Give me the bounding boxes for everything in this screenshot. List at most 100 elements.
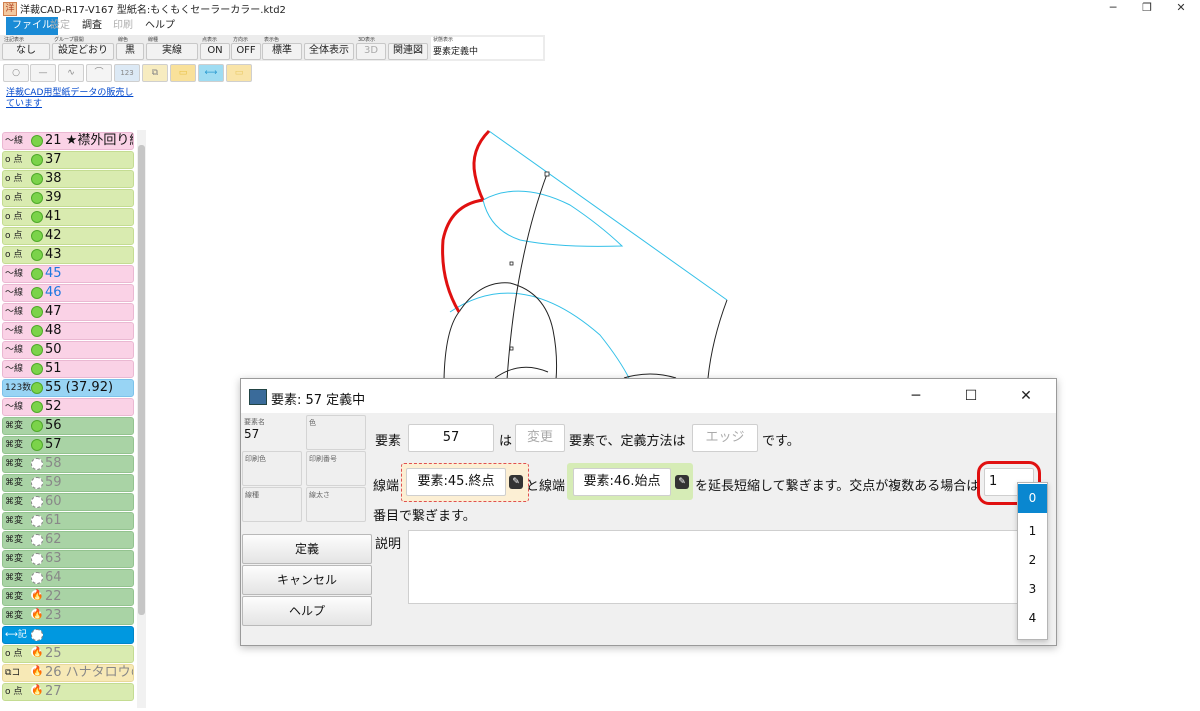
edit-icon[interactable]: ✎ (509, 475, 523, 489)
list-item[interactable]: ⌘変 56 (2, 417, 134, 435)
list-item[interactable]: ⌘変 62 (2, 531, 134, 549)
cancel-button[interactable]: キャンセル (242, 565, 372, 595)
prop-line-type[interactable]: 線種 (242, 487, 302, 522)
define-button[interactable]: 定義 (242, 534, 372, 564)
annotation-button[interactable]: なし (2, 43, 50, 60)
list-item[interactable]: 〜線 46 (2, 284, 134, 302)
list-item[interactable]: o 点 42 (2, 227, 134, 245)
dropdown-option-2[interactable]: 2 (1018, 546, 1047, 575)
line-end-2-field[interactable]: 要素:46.始点 (573, 468, 671, 496)
prop-print-number[interactable]: 印刷番号 (306, 451, 366, 486)
list-item[interactable]: 123数 55 (37.92) (2, 379, 134, 397)
point-tool-icon[interactable]: ○ (3, 64, 29, 82)
dialog-maximize-button[interactable]: ☐ (951, 385, 991, 407)
fit-all-button[interactable]: 全体表示 (304, 43, 354, 60)
change-field[interactable]: 変更 (515, 424, 565, 452)
prop-line-width[interactable]: 線太さ (306, 487, 366, 522)
list-item[interactable]: 〜線 21 ★襟外回り線 (2, 132, 134, 150)
list-item[interactable]: o 点 🔥 25 (2, 645, 134, 663)
dropdown-option-4[interactable]: 4 (1018, 604, 1047, 633)
list-item[interactable]: o 点 🔥 27 (2, 683, 134, 701)
toolbar-3d: 3D表示 3D (356, 37, 386, 60)
group-expand-button[interactable]: 設定どおり (52, 43, 114, 60)
list-item[interactable]: ⧉コ 🔥26 ハナタロウの手仕事... (2, 664, 134, 682)
list-item[interactable]: 〜線 51 (2, 360, 134, 378)
line-type-button[interactable]: 実線 (146, 43, 198, 60)
dropdown-option-1[interactable]: 1 (1018, 517, 1047, 546)
list-item[interactable]: 〜線 48 (2, 322, 134, 340)
related-diagram-button[interactable]: 関連図 (388, 43, 428, 60)
list-item[interactable]: o 点 41 (2, 208, 134, 226)
folder-tool-icon[interactable]: ▭ (170, 64, 196, 82)
menu-help[interactable]: ヘルプ (139, 17, 181, 35)
element-label: 61 (45, 513, 62, 528)
list-item[interactable]: o 点 43 (2, 246, 134, 264)
element-kind: o 点 (5, 193, 23, 203)
dropdown-option-3[interactable]: 3 (1018, 575, 1047, 604)
menu-print[interactable]: 印刷 (107, 17, 139, 35)
sales-link[interactable]: 洋裁CAD用型紙データの販売しています (6, 88, 136, 110)
line-color-button[interactable]: 黒 (116, 43, 144, 60)
status-dot-icon (31, 192, 43, 204)
prop-color[interactable]: 色 (306, 415, 366, 450)
dialog-close-button[interactable]: ✕ (1006, 385, 1046, 407)
menu-investigate[interactable]: 調査 (76, 17, 108, 35)
dialog-minimize-button[interactable]: ─ (896, 385, 936, 407)
list-item[interactable]: ⌘変 60 (2, 493, 134, 511)
edit-icon[interactable]: ✎ (675, 475, 689, 489)
description-label: 説明 (375, 537, 402, 552)
curve-tool-icon[interactable]: ∿ (58, 64, 84, 82)
list-item[interactable]: ⌘変 61 (2, 512, 134, 530)
list-item[interactable]: 〜線 52 (2, 398, 134, 416)
list-item[interactable]: ⌘変 63 (2, 550, 134, 568)
list-item[interactable]: ⌘変 64 (2, 569, 134, 587)
list-item[interactable]: o 点 38 (2, 170, 134, 188)
direction-button[interactable]: OFF (231, 43, 261, 60)
element-number-field[interactable]: 57 (408, 424, 494, 452)
menu-settings[interactable]: 設定 (44, 17, 76, 35)
number-tool-icon[interactable]: 123 (114, 64, 140, 82)
list-item[interactable]: ⌘変 57 (2, 436, 134, 454)
element-label: 46 (45, 285, 62, 300)
title-bar: 洋 洋裁CAD-R17-V167 型紙名:もくもくセーラーカラー.ktd2 ─ … (0, 0, 1200, 17)
line-end-1-field[interactable]: 要素:45.終点 (406, 468, 506, 496)
list-item[interactable]: ⟷記 (2, 626, 134, 644)
element-label: 23 (45, 608, 62, 623)
list-item[interactable]: ⌘変 🔥 23 (2, 607, 134, 625)
list-item[interactable]: ⌘変 58 (2, 455, 134, 473)
note-tool-icon[interactable]: ▭ (226, 64, 252, 82)
dropdown-option-0[interactable]: 0 (1018, 484, 1047, 513)
list-item[interactable]: 〜線 50 (2, 341, 134, 359)
list-item[interactable]: ⌘変 59 (2, 474, 134, 492)
list-item[interactable]: o 点 39 (2, 189, 134, 207)
minimize-button[interactable]: ─ (1098, 0, 1128, 17)
point-display-button[interactable]: ON (200, 43, 230, 60)
list-item[interactable]: o 点 37 (2, 151, 134, 169)
guide-curve-lower (449, 292, 631, 381)
sidebar-scroll-thumb[interactable] (138, 145, 145, 615)
element-kind: ⌘変 (5, 459, 24, 469)
edge-method-field[interactable]: エッジ (692, 424, 758, 452)
list-item[interactable]: 〜線 45 (2, 265, 134, 283)
status-dot-icon (31, 420, 43, 432)
group-tool-icon[interactable]: ⧉ (142, 64, 168, 82)
element-kind: o 点 (5, 250, 23, 260)
maximize-button[interactable]: ❐ (1132, 0, 1162, 17)
intersection-index-dropdown[interactable]: 0 1 2 3 4 (1017, 482, 1048, 640)
list-item[interactable]: 〜線 47 (2, 303, 134, 321)
line-tool-icon[interactable]: — (30, 64, 56, 82)
help-button[interactable]: ヘルプ (242, 596, 372, 626)
fire-icon: 🔥 (31, 685, 44, 696)
list-item[interactable]: ⌘変 🔥 22 (2, 588, 134, 606)
arc-tool-icon[interactable]: ⌒ (86, 64, 112, 82)
dimension-tool-icon[interactable]: ⟷ (198, 64, 224, 82)
3d-button[interactable]: 3D (356, 43, 386, 60)
nth-text: 番目で繋ぎます。 (373, 509, 476, 524)
close-button[interactable]: ✕ (1166, 0, 1196, 17)
display-color-button[interactable]: 標準 (262, 43, 302, 60)
status-dot-icon (31, 268, 43, 280)
description-textarea[interactable] (408, 530, 1022, 604)
status-dot-icon (31, 154, 43, 166)
prop-print-color[interactable]: 印刷色 (242, 451, 302, 486)
element-kind: ⌘変 (5, 554, 24, 564)
